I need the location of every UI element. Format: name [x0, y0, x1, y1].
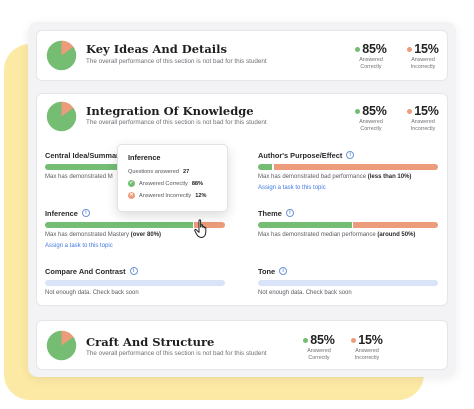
info-icon[interactable]: i	[346, 151, 355, 159]
incorrect-dot-icon	[407, 108, 413, 114]
assign-task-link[interactable]: Assign a task to this topic	[258, 185, 438, 191]
topic-compare-contrast[interactable]: Compare And Contrast i Not enough data. C…	[45, 266, 225, 296]
section-pie-icon	[46, 40, 77, 71]
section-card-key-ideas[interactable]: Key Ideas And Details The overall perfor…	[36, 30, 448, 81]
correct-label: Answered	[359, 57, 383, 63]
bar-incorrect-segment	[273, 164, 438, 170]
correct-percent: 85%	[362, 42, 387, 56]
topic-performance-bar[interactable]	[258, 222, 438, 228]
bar-correct-segment	[258, 222, 352, 228]
topic-description: Max has demonstrated median performance …	[258, 232, 416, 238]
incorrect-label-2: Incorrectly	[410, 64, 436, 70]
incorrect-stat: 15% Answered Incorrectly	[403, 42, 443, 70]
topic-performance-bar[interactable]	[258, 164, 438, 170]
topic-performance-bar[interactable]	[45, 280, 225, 286]
info-icon[interactable]: i	[279, 267, 288, 275]
section-subtitle: The overall performance of this section …	[86, 350, 267, 357]
tooltip-title: Inference	[128, 153, 161, 162]
section-title: Key Ideas And Details	[86, 42, 228, 56]
inference-tooltip: Inference Questions answered 27 ✓ Answere…	[117, 144, 228, 212]
section-title: Integration Of Knowledge	[86, 104, 254, 118]
incorrect-percent: 15%	[358, 333, 383, 347]
section-title: Craft And Structure	[86, 335, 215, 349]
topic-name: Central Idea/Summary	[45, 150, 124, 160]
topic-authors-purpose[interactable]: Author's Purpose/Effect i Max has demonst…	[258, 150, 438, 191]
incorrect-stat: 15% Answered Incorrectly	[403, 104, 443, 132]
topic-name: Tone	[258, 266, 276, 276]
correct-stat: 85% Answered Correctly	[299, 333, 339, 361]
bar-correct-segment	[45, 222, 193, 228]
bar-incorrect-segment	[353, 222, 438, 228]
correct-percent: 85%	[362, 104, 387, 118]
correct-stat: 85% Answered Correctly	[351, 104, 391, 132]
section-card-craft[interactable]: Craft And Structure The overall performa…	[36, 320, 448, 370]
incorrect-stat: 15% Answered Incorrectly	[347, 333, 387, 361]
assign-task-link[interactable]: Assign a task to this topic	[45, 243, 225, 249]
incorrect-label-2: Incorrectly	[354, 355, 380, 361]
info-icon[interactable]: i	[129, 267, 138, 275]
correct-label-2: Correctly	[308, 355, 330, 361]
section-pie-icon	[46, 101, 77, 132]
tooltip-incorrect-row: ✕ Answered Incorrectly 12%	[128, 192, 207, 199]
x-icon: ✕	[128, 192, 135, 199]
tooltip-questions-row: Questions answered 27	[128, 169, 190, 175]
section-subtitle: The overall performance of this section …	[86, 119, 267, 126]
incorrect-percent: 15%	[414, 42, 439, 56]
incorrect-label: Answered	[411, 119, 435, 125]
topic-name: Inference	[45, 208, 78, 218]
info-icon[interactable]: i	[81, 209, 90, 217]
incorrect-label: Answered	[355, 348, 379, 354]
topic-theme[interactable]: Theme i Max has demonstrated median perfo…	[258, 208, 438, 238]
section-card-integration[interactable]: Integration Of Knowledge The overall per…	[36, 93, 448, 306]
topic-name: Compare And Contrast	[45, 266, 126, 276]
correct-dot-icon	[303, 337, 309, 343]
correct-stat: 85% Answered Correctly	[351, 42, 391, 70]
correct-label: Answered	[307, 348, 331, 354]
section-subtitle: The overall performance of this section …	[86, 58, 267, 65]
incorrect-dot-icon	[351, 337, 357, 343]
incorrect-percent: 15%	[414, 104, 439, 118]
incorrect-label-2: Incorrectly	[410, 126, 436, 132]
topic-description: Not enough data. Check back soon	[45, 290, 139, 296]
correct-label: Answered	[359, 119, 383, 125]
topic-description: Not enough data. Check back soon	[258, 290, 352, 296]
bar-correct-segment	[258, 164, 273, 170]
topic-tone[interactable]: Tone i Not enough data. Check back soon	[258, 266, 438, 296]
topic-name: Theme	[258, 208, 282, 218]
check-icon: ✓	[128, 180, 135, 187]
hand-cursor-icon	[194, 219, 207, 238]
correct-dot-icon	[355, 108, 361, 114]
topic-description: Max has demonstrated bad performance (le…	[258, 174, 412, 180]
correct-label-2: Correctly	[360, 64, 382, 70]
tooltip-correct-row: ✓ Answered Correctly 88%	[128, 180, 204, 187]
info-icon[interactable]: i	[285, 209, 294, 217]
incorrect-dot-icon	[407, 46, 413, 52]
topic-name: Author's Purpose/Effect	[258, 150, 343, 160]
topic-performance-bar[interactable]	[258, 280, 438, 286]
correct-dot-icon	[355, 46, 361, 52]
correct-label-2: Correctly	[360, 126, 382, 132]
section-pie-icon	[46, 330, 77, 361]
correct-percent: 85%	[310, 333, 335, 347]
incorrect-label: Answered	[411, 57, 435, 63]
